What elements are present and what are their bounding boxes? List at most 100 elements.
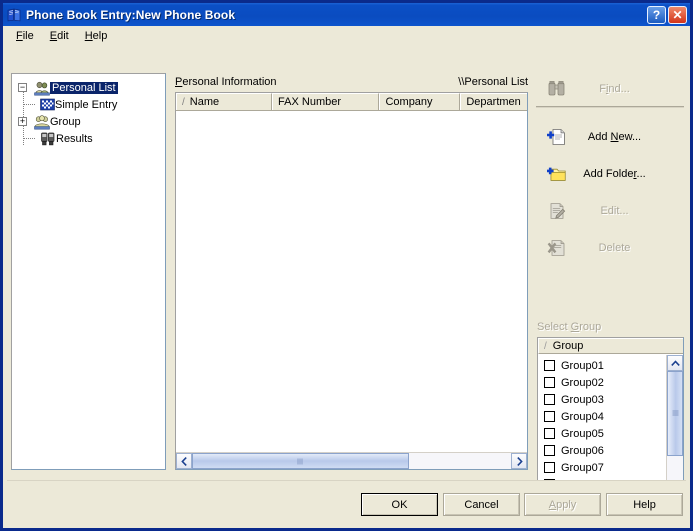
- add-folder-icon: [546, 164, 568, 184]
- expander-collapse-icon[interactable]: −: [18, 83, 27, 92]
- delete-document-icon: [546, 238, 568, 258]
- tree-node-simple-entry[interactable]: Simple Entry: [12, 96, 165, 113]
- client-area: − Personal List Simple Entry + Group Res…: [3, 45, 690, 528]
- add-new-button[interactable]: Add New...: [536, 121, 684, 153]
- list-item[interactable]: Group07: [538, 459, 667, 476]
- list-item[interactable]: Group05: [538, 425, 667, 442]
- expander-expand-icon[interactable]: +: [18, 117, 27, 126]
- scroll-up-icon[interactable]: [667, 355, 683, 371]
- column-header-company[interactable]: Company: [379, 93, 461, 110]
- group-item-label: Group01: [561, 359, 604, 372]
- close-icon[interactable]: ✕: [668, 5, 687, 24]
- column-label: FAX Number: [278, 96, 342, 108]
- group-item-label: Group05: [561, 427, 604, 440]
- bottom-separator: [7, 480, 686, 481]
- tree-node-label: Results: [56, 132, 93, 145]
- sort-indicator-icon: /: [544, 340, 547, 352]
- phone-book-icon: [6, 7, 22, 23]
- ok-button[interactable]: OK: [361, 493, 438, 516]
- entries-list-body[interactable]: [176, 111, 527, 452]
- cancel-button[interactable]: Cancel: [443, 493, 520, 516]
- find-button: Find...: [536, 73, 684, 105]
- group-checkbox[interactable]: [544, 462, 555, 473]
- title-bar: Phone Book Entry:New Phone Book ? ✕: [3, 3, 690, 26]
- group-checkbox[interactable]: [544, 360, 555, 371]
- tree-branch-line: [23, 104, 35, 105]
- add-folder-button-label: Add Folder...: [583, 168, 646, 180]
- tree-node-personal-list[interactable]: − Personal List: [12, 79, 165, 96]
- column-header-fax-number[interactable]: FAX Number: [272, 93, 380, 110]
- scroll-left-icon[interactable]: [176, 453, 192, 469]
- tree-node-group[interactable]: + Group: [12, 113, 165, 130]
- delete-button-label: Delete: [598, 242, 631, 254]
- group-item-label: Group06: [561, 444, 604, 457]
- personal-information-panel: Personal Information \\Personal List / N…: [175, 73, 528, 470]
- column-label: Company: [385, 96, 433, 108]
- tree-node-label: Personal List: [50, 81, 118, 94]
- menu-help[interactable]: Help: [78, 28, 117, 44]
- delete-button: Delete: [536, 232, 684, 264]
- list-item[interactable]: Group04: [538, 408, 667, 425]
- tree-node-results[interactable]: Results: [12, 130, 165, 147]
- list-header-row: Personal Information \\Personal List: [175, 73, 528, 90]
- column-header-name[interactable]: / Name: [176, 93, 273, 110]
- folder-tree-panel[interactable]: − Personal List Simple Entry + Group Res…: [11, 73, 166, 470]
- button-group-separator-highlight: [536, 107, 684, 108]
- tree-branch-line: [23, 138, 35, 139]
- select-group-label: Select Group: [537, 321, 602, 333]
- sort-indicator-icon: /: [182, 96, 185, 108]
- group-item-label: Group07: [561, 461, 604, 474]
- tree-node-label: Group: [50, 115, 81, 128]
- menu-bar: File Edit Help: [3, 26, 690, 45]
- apply-button: Apply: [524, 493, 601, 516]
- column-label: Departmen: [466, 96, 521, 108]
- list-column-headers: / Name FAX Number Company Departmen: [176, 93, 527, 111]
- group-checkbox[interactable]: [544, 428, 555, 439]
- menu-file[interactable]: File: [9, 28, 43, 44]
- tree-node-label: Simple Entry: [55, 98, 118, 111]
- menu-edit[interactable]: Edit: [43, 28, 78, 44]
- horizontal-scrollbar[interactable]: [176, 452, 527, 469]
- group-column-header[interactable]: / Group: [538, 338, 683, 354]
- help-button[interactable]: ?: [647, 5, 666, 24]
- hscroll-track[interactable]: [192, 453, 511, 469]
- column-label: Name: [189, 96, 220, 108]
- scroll-right-icon[interactable]: [511, 453, 527, 469]
- grip-icon: [297, 458, 303, 464]
- list-item[interactable]: Group06: [538, 442, 667, 459]
- dialog-button-bar: OK Cancel Apply Help: [3, 480, 690, 528]
- folder-tree: − Personal List Simple Entry + Group Res…: [12, 74, 165, 147]
- group-checkbox[interactable]: [544, 394, 555, 405]
- personal-list-icon: [34, 80, 50, 96]
- group-checkbox[interactable]: [544, 377, 555, 388]
- add-new-document-icon: [546, 127, 568, 147]
- current-path-label: \\Personal List: [458, 75, 528, 88]
- group-list-body[interactable]: Group01 Group02 Group03 Group04 Group05: [538, 355, 667, 496]
- add-folder-button[interactable]: Add Folder...: [536, 158, 684, 190]
- hscroll-thumb[interactable]: [192, 453, 409, 469]
- window-title: Phone Book Entry:New Phone Book: [26, 7, 236, 22]
- find-button-label: Find...: [599, 83, 630, 95]
- select-group-list[interactable]: / Group Group01 Group02 Group03 Group04 …: [537, 337, 684, 497]
- group-vertical-scrollbar[interactable]: [666, 355, 683, 496]
- results-icon: [40, 132, 56, 146]
- grip-icon: [672, 410, 678, 416]
- list-item[interactable]: Group02: [538, 374, 667, 391]
- help-dialog-button[interactable]: Help: [606, 493, 683, 516]
- personal-information-label: Personal Information: [175, 75, 277, 88]
- group-checkbox[interactable]: [544, 445, 555, 456]
- find-binoculars-icon: [546, 79, 568, 99]
- group-checkbox[interactable]: [544, 411, 555, 422]
- entries-list[interactable]: / Name FAX Number Company Departmen: [175, 92, 528, 470]
- edit-button: Edit...: [536, 195, 684, 227]
- title-bar-buttons: ? ✕: [647, 5, 687, 24]
- list-item[interactable]: Group01: [538, 357, 667, 374]
- group-column-label: Group: [552, 340, 584, 352]
- column-header-department[interactable]: Departmen: [460, 93, 527, 110]
- group-item-label: Group02: [561, 376, 604, 389]
- edit-pencil-icon: [546, 201, 568, 221]
- vscroll-thumb[interactable]: [667, 371, 683, 456]
- phone-book-window: Phone Book Entry:New Phone Book ? ✕ File…: [0, 0, 693, 531]
- list-item[interactable]: Group03: [538, 391, 667, 408]
- add-new-button-label: Add New...: [587, 131, 642, 143]
